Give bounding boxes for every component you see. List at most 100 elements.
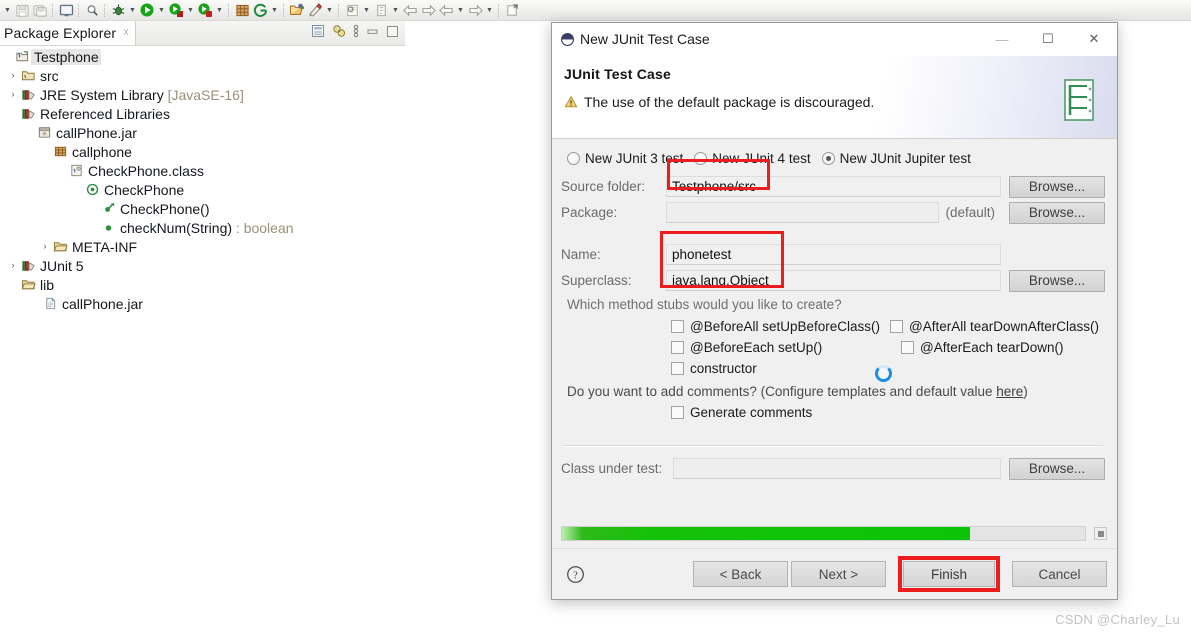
radio-indicator[interactable] — [567, 152, 580, 165]
tree-item-meta-inf[interactable]: › META-INF — [0, 237, 405, 256]
collapse-arrow[interactable]: ⱟ — [6, 280, 20, 289]
new-element-dropdown-arrow[interactable]: ▼ — [390, 1, 401, 20]
help-icon[interactable]: ? — [566, 565, 585, 584]
checkbox-indicator[interactable] — [671, 362, 684, 375]
new-class-icon[interactable] — [343, 1, 361, 20]
expand-arrow[interactable]: › — [6, 71, 20, 80]
expand-arrow[interactable]: › — [38, 242, 52, 251]
checkbox-after-each[interactable]: @AfterEach tearDown() — [901, 340, 1064, 355]
minimize-icon[interactable] — [366, 25, 379, 41]
console-icon[interactable] — [57, 1, 75, 20]
open-task-dropdown-arrow[interactable]: ▼ — [324, 1, 335, 20]
class-under-test-browse-button[interactable]: Browse... — [1009, 458, 1105, 480]
coverage-dropdown-arrow[interactable]: ▼ — [185, 1, 196, 20]
class-under-test-input[interactable] — [673, 458, 1001, 479]
checkbox-indicator[interactable] — [890, 320, 903, 333]
prev-annotation-dropdown-arrow[interactable]: ▼ — [455, 1, 466, 20]
search-icon[interactable] — [83, 1, 101, 20]
save-all-icon[interactable] — [31, 1, 49, 20]
radio-new-junit-jupiter-test[interactable]: New JUnit Jupiter test — [822, 151, 971, 166]
maximize-button[interactable]: ☐ — [1025, 23, 1071, 56]
tree-item-callphone-package[interactable]: ⱟ callphone — [0, 142, 405, 161]
superclass-input[interactable]: java.lang.Object — [666, 270, 1001, 291]
source-folder-input[interactable]: Testphone/src — [666, 176, 1001, 197]
checkbox-indicator[interactable] — [671, 406, 684, 419]
tree-item-checkphone-constructor[interactable]: CheckPhone() — [0, 199, 405, 218]
tree-item-testphone[interactable]: Testphone — [0, 47, 405, 66]
open-task-icon[interactable] — [306, 1, 324, 20]
expand-arrow[interactable]: › — [6, 261, 20, 270]
dialog-titlebar: New JUnit Test Case — ☐ ✕ — [552, 23, 1117, 56]
checkbox-before-all[interactable]: @BeforeAll setUpBeforeClass() — [671, 319, 880, 334]
back-button[interactable]: < Back — [693, 561, 788, 587]
minimize-button[interactable]: — — [979, 23, 1025, 56]
toolbar-dropdown-arrow[interactable]: ▼ — [2, 1, 13, 20]
close-icon[interactable]: ☓ — [123, 28, 129, 39]
source-folder-browse-button[interactable]: Browse... — [1009, 176, 1105, 198]
finish-button[interactable]: Finish — [903, 561, 995, 587]
checkbox-generate-comments[interactable]: Generate comments — [671, 405, 812, 420]
tab-package-explorer[interactable]: Package Explorer ☓ — [0, 21, 136, 45]
checkbox-indicator[interactable] — [671, 320, 684, 333]
prev-annotation-icon[interactable] — [437, 1, 455, 20]
tree-item-lib[interactable]: ⱟ lib — [0, 275, 405, 294]
save-icon[interactable] — [13, 1, 31, 20]
collapse-arrow[interactable]: ⱟ — [70, 185, 84, 194]
checkbox-indicator[interactable] — [671, 341, 684, 354]
radio-indicator[interactable] — [822, 152, 835, 165]
radio-indicator[interactable] — [694, 152, 707, 165]
back-icon[interactable] — [401, 1, 419, 20]
collapse-arrow[interactable]: ⱟ — [54, 166, 68, 175]
collapse-arrow[interactable]: ⱟ — [6, 109, 20, 118]
debug-icon[interactable] — [109, 1, 127, 20]
package-browse-button[interactable]: Browse... — [1009, 202, 1105, 224]
checkbox-constructor[interactable]: constructor — [671, 361, 757, 376]
next-annotation-icon[interactable] — [466, 1, 484, 20]
last-edit-icon[interactable] — [503, 1, 521, 20]
run-dropdown-arrow[interactable]: ▼ — [156, 1, 167, 20]
maximize-icon[interactable] — [386, 25, 399, 41]
collapse-arrow[interactable]: ⱟ — [22, 128, 36, 137]
profile-icon[interactable] — [196, 1, 214, 20]
view-menu-icon[interactable] — [353, 24, 359, 41]
tree-item-referenced-libraries[interactable]: ⱟ Referenced Libraries — [0, 104, 405, 123]
link-with-editor-icon[interactable] — [332, 24, 346, 41]
project-tree[interactable]: Testphone › src › JRE System Library [Ja… — [0, 45, 405, 313]
tree-item-callphone-jar-file[interactable]: callPhone.jar — [0, 294, 405, 313]
new-class-dropdown-arrow[interactable]: ▼ — [361, 1, 372, 20]
radio-new-junit-3-test[interactable]: New JUnit 3 test — [567, 151, 683, 166]
checkbox-before-each[interactable]: @BeforeEach setUp() — [671, 340, 891, 355]
templates-link[interactable]: here — [996, 384, 1023, 399]
close-button[interactable]: ✕ — [1071, 23, 1117, 56]
tree-item-junit-5[interactable]: › JUnit 5 — [0, 256, 405, 275]
checkbox-after-all[interactable]: @AfterAll tearDownAfterClass() — [890, 319, 1099, 334]
name-input[interactable]: phonetest — [666, 244, 1001, 265]
run-icon[interactable] — [138, 1, 156, 20]
git-dropdown-arrow[interactable]: ▼ — [269, 1, 280, 20]
superclass-browse-button[interactable]: Browse... — [1009, 270, 1105, 292]
tree-item-src[interactable]: › src — [0, 66, 405, 85]
open-type-icon[interactable] — [288, 1, 306, 20]
tree-item-checkphone-class-file[interactable]: ⱟ CheckPhone.class — [0, 161, 405, 180]
tree-item-jre-system-library[interactable]: › JRE System Library [JavaSE-16] — [0, 85, 405, 104]
package-input[interactable] — [666, 202, 939, 223]
forward-icon[interactable] — [419, 1, 437, 20]
cancel-button[interactable]: Cancel — [1012, 561, 1107, 587]
progress-stop-button[interactable] — [1094, 527, 1107, 540]
next-annotation-dropdown-arrow[interactable]: ▼ — [484, 1, 495, 20]
collapse-arrow[interactable]: ⱟ — [38, 147, 52, 156]
checkbox-indicator[interactable] — [901, 341, 914, 354]
tree-item-checkphone-type[interactable]: ⱟ CheckPhone — [0, 180, 405, 199]
debug-dropdown-arrow[interactable]: ▼ — [127, 1, 138, 20]
tree-item-callphone-jar[interactable]: ⱟ callPhone.jar — [0, 123, 405, 142]
radio-new-junit-4-test[interactable]: New JUnit 4 test — [694, 151, 810, 166]
new-element-icon[interactable] — [372, 1, 390, 20]
collapse-all-icon[interactable] — [311, 24, 325, 41]
tree-item-checknum-method[interactable]: checkNum(String) : boolean — [0, 218, 405, 237]
expand-arrow[interactable]: › — [6, 90, 20, 99]
git-icon[interactable] — [251, 1, 269, 20]
next-button[interactable]: Next > — [791, 561, 886, 587]
coverage-icon[interactable] — [167, 1, 185, 20]
profile-dropdown-arrow[interactable]: ▼ — [214, 1, 225, 20]
new-package-icon[interactable] — [233, 1, 251, 20]
